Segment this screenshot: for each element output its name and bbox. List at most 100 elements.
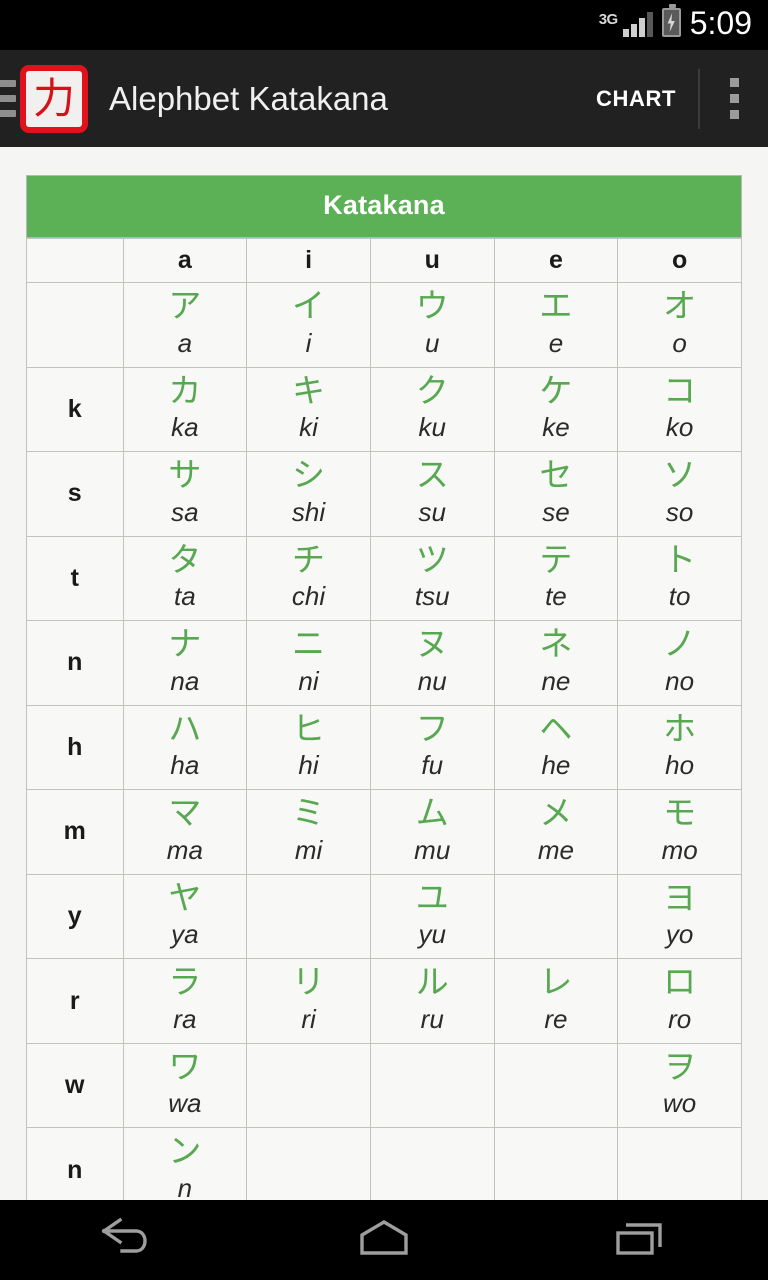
kana-cell[interactable]: [246, 873, 371, 960]
kana-glyph: ヨ: [663, 877, 697, 917]
kana-glyph: テ: [539, 539, 573, 579]
network-type-label: 3G: [598, 11, 619, 28]
kana-cell[interactable]: [493, 1042, 619, 1129]
kana-cell[interactable]: セ se: [493, 451, 619, 537]
kana-cell[interactable]: コ ko: [617, 366, 742, 453]
kana-glyph: ム: [415, 793, 449, 833]
romaji-label: se: [542, 496, 570, 527]
row-label: s: [26, 451, 124, 537]
table-header-row: a i u e o: [26, 238, 742, 283]
kana-cell[interactable]: サ sa: [122, 451, 248, 537]
column-header-a: a: [122, 238, 248, 283]
back-arrow-icon[interactable]: [53, 1200, 203, 1280]
romaji-label: ku: [418, 412, 446, 443]
romaji-label: no: [665, 665, 695, 696]
column-header-e: e: [493, 238, 619, 283]
kana-glyph: フ: [415, 708, 449, 748]
romaji-label: o: [672, 327, 687, 358]
kana-cell[interactable]: オo: [617, 282, 742, 368]
kana-cell[interactable]: チ chi: [246, 535, 371, 622]
romaji-label: ni: [298, 665, 319, 696]
kana-cell[interactable]: ラ ra: [122, 958, 248, 1044]
kana-glyph: ス: [415, 455, 449, 495]
hamburger-menu-icon[interactable]: [0, 80, 16, 117]
table-row: w ワ wa ヲ wo: [26, 1042, 742, 1129]
romaji-label: mo: [661, 834, 698, 865]
kana-cell[interactable]: ロ ro: [617, 958, 742, 1044]
kana-cell[interactable]: モ mo: [617, 789, 742, 875]
kana-cell[interactable]: カ ka: [122, 366, 248, 453]
content-scroll-area[interactable]: Katakana a i u e o ア a イ i ウ u エ e オ o k カ ka キ ki ク ku ケ…: [0, 147, 768, 1280]
kana-cell[interactable]: ウu: [369, 282, 495, 368]
kana-cell[interactable]: ト to: [617, 535, 742, 622]
kana-cell[interactable]: マ ma: [122, 789, 248, 875]
romaji-label: ma: [166, 834, 203, 865]
chart-button[interactable]: CHART: [574, 86, 698, 112]
kana-glyph: ヒ: [292, 708, 326, 748]
kana-cell[interactable]: ル ru: [369, 958, 495, 1044]
kana-cell[interactable]: ソ so: [617, 451, 742, 537]
kana-cell[interactable]: ニ ni: [246, 620, 371, 706]
kana-cell[interactable]: フ fu: [369, 704, 495, 791]
romaji-label: hi: [298, 750, 319, 781]
column-header-i: i: [246, 238, 371, 283]
table-row: r ラ ra リ ri ル ru レ re ロ ro: [26, 958, 742, 1044]
overflow-menu-icon[interactable]: [700, 78, 768, 119]
kana-cell[interactable]: アa: [122, 282, 248, 368]
kana-cell[interactable]: ヨ yo: [617, 873, 742, 960]
kana-cell[interactable]: ワ wa: [122, 1042, 248, 1129]
kana-cell[interactable]: テ te: [493, 535, 619, 622]
katakana-card-title: Katakana: [26, 175, 742, 238]
kana-cell[interactable]: ヒ hi: [246, 704, 371, 791]
kana-cell[interactable]: ヲ wo: [617, 1042, 742, 1129]
kana-cell[interactable]: メ me: [493, 789, 619, 875]
kana-cell[interactable]: ス su: [369, 451, 495, 537]
kana-cell[interactable]: ケ ke: [493, 366, 619, 453]
kana-glyph: エ: [539, 286, 573, 325]
kana-cell[interactable]: シ shi: [246, 451, 371, 537]
romaji-label: wa: [168, 1088, 202, 1119]
kana-cell[interactable]: ヘ he: [493, 704, 619, 791]
kana-cell[interactable]: ハ ha: [122, 704, 248, 791]
row-label: w: [26, 1042, 124, 1129]
kana-glyph: ヌ: [415, 624, 449, 664]
kana-cell[interactable]: ノ no: [617, 620, 742, 706]
kana-cell[interactable]: キ ki: [246, 366, 371, 453]
romaji-label: shi: [291, 496, 326, 527]
kana-glyph: ミ: [292, 793, 326, 833]
kana-glyph: ク: [415, 370, 449, 410]
romaji-label: u: [425, 327, 440, 358]
kana-cell[interactable]: エe: [493, 282, 619, 368]
recent-apps-icon[interactable]: [565, 1200, 715, 1280]
kana-cell[interactable]: ネ ne: [493, 620, 619, 706]
kana-cell[interactable]: ム mu: [369, 789, 495, 875]
kana-cell[interactable]: [493, 873, 619, 960]
kana-glyph: セ: [539, 455, 573, 495]
home-icon[interactable]: [309, 1200, 459, 1280]
kana-cell[interactable]: ナ na: [122, 620, 248, 706]
kana-glyph: ハ: [168, 708, 202, 748]
kana-cell[interactable]: イi: [246, 282, 371, 368]
kana-glyph: ワ: [168, 1046, 202, 1086]
romaji-label: a: [177, 327, 193, 358]
kana-cell[interactable]: リ ri: [246, 958, 371, 1044]
kana-glyph: チ: [292, 539, 326, 579]
kana-glyph: リ: [292, 962, 326, 1002]
kana-cell[interactable]: ツ tsu: [369, 535, 495, 622]
kana-cell[interactable]: ミ mi: [246, 789, 371, 875]
kana-cell[interactable]: ホ ho: [617, 704, 742, 791]
row-label: r: [26, 958, 124, 1044]
kana-cell[interactable]: [369, 1042, 495, 1129]
romaji-label: ne: [541, 665, 571, 696]
kana-cell[interactable]: タ ta: [122, 535, 248, 622]
kana-cell[interactable]: ユ yu: [369, 873, 495, 960]
romaji-label: ha: [170, 750, 200, 781]
kana-cell[interactable]: ヌ nu: [369, 620, 495, 706]
romaji-label: ru: [420, 1003, 444, 1034]
kana-cell[interactable]: ク ku: [369, 366, 495, 453]
column-header-o: o: [617, 238, 742, 283]
kana-cell[interactable]: [246, 1042, 371, 1129]
kana-cell[interactable]: レ re: [493, 958, 619, 1044]
kana-glyph: キ: [292, 370, 326, 410]
kana-cell[interactable]: ヤ ya: [122, 873, 248, 960]
